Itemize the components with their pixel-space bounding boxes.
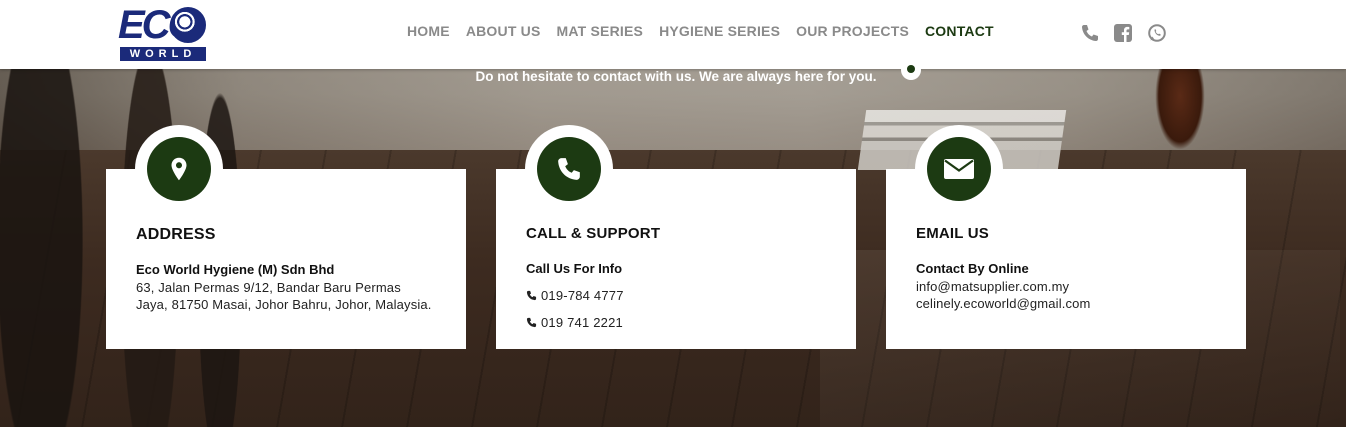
email-addresses[interactable]: info@matsupplier.com.my celinely.ecoworl…	[916, 278, 1216, 312]
whatsapp-icon[interactable]	[1147, 22, 1167, 44]
nav-contact[interactable]: CONTACT	[917, 22, 1002, 42]
phone-small-icon	[526, 290, 537, 301]
phone-number-text: 019 741 2221	[541, 315, 623, 330]
phone-small-icon	[526, 317, 537, 328]
phone-number-text: 019-784 4777	[541, 288, 624, 303]
nav-our-projects[interactable]: OUR PROJECTS	[788, 22, 917, 42]
phone-number-2[interactable]: 019 741 2221	[526, 315, 623, 330]
site-logo[interactable]: ECO WORLD	[118, 3, 206, 61]
nav-about-us[interactable]: ABOUT US	[458, 22, 549, 42]
card-title: ADDRESS	[136, 226, 216, 243]
card-title: CALL & SUPPORT	[526, 225, 661, 242]
logo-eco: ECO	[118, 3, 206, 47]
address-badge	[135, 125, 223, 213]
email-card: EMAIL US Contact By Online info@matsuppl…	[886, 125, 1246, 349]
call-subtitle: Call Us For Info	[526, 261, 623, 276]
company-name: Eco World Hygiene (M) Sdn Bhd	[136, 262, 335, 277]
call-badge	[525, 125, 613, 213]
envelope-icon	[944, 159, 974, 179]
header-social-icons	[1079, 22, 1167, 44]
globe-icon	[170, 7, 206, 43]
site-header: ECO WORLD HOME ABOUT US MAT SERIES HYGIE…	[0, 0, 1346, 69]
phone-icon	[558, 158, 580, 180]
address-text: 63, Jalan Permas 9/12, Bandar Baru Perma…	[136, 280, 432, 312]
email-badge	[915, 125, 1003, 213]
email-subtitle: Contact By Online	[916, 261, 1029, 276]
card-title: EMAIL US	[916, 225, 989, 242]
logo-world-text: WORLD	[120, 47, 206, 61]
phone-number-1[interactable]: 019-784 4777	[526, 288, 624, 303]
address-card: ADDRESS Eco World Hygiene (M) Sdn Bhd 63…	[106, 125, 466, 349]
nav-hygiene-series[interactable]: HYGIENE SERIES	[651, 22, 788, 42]
phone-icon[interactable]	[1079, 22, 1099, 44]
call-support-card: CALL & SUPPORT Call Us For Info 019-784 …	[496, 125, 856, 349]
nav-home[interactable]: HOME	[399, 22, 458, 42]
facebook-icon[interactable]	[1113, 22, 1133, 44]
contact-tagline: Do not hesitate to contact with us. We a…	[475, 69, 877, 84]
main-nav: HOME ABOUT US MAT SERIES HYGIENE SERIES …	[399, 22, 1002, 42]
nav-mat-series[interactable]: MAT SERIES	[549, 22, 652, 42]
map-marker-icon	[171, 157, 187, 181]
